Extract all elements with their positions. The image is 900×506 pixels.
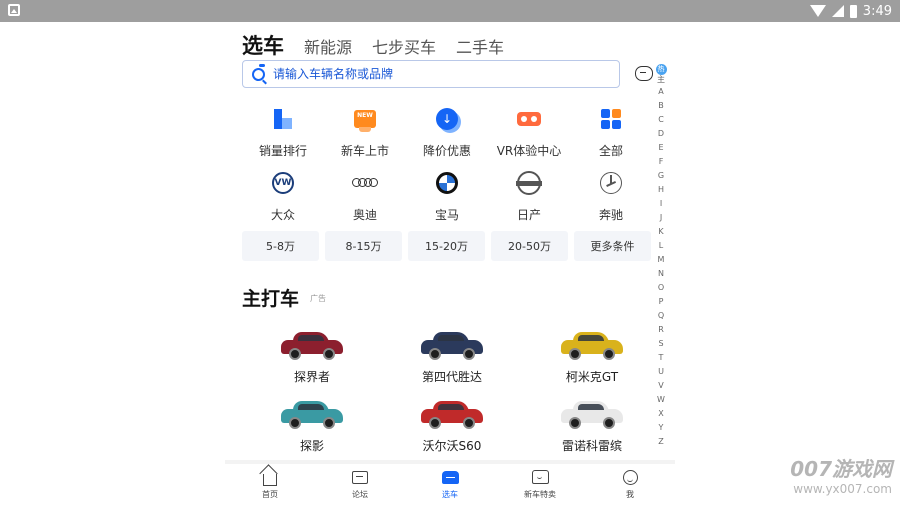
featured-section-title: 主打车 — [242, 288, 300, 310]
featured-car-card[interactable]: 柯米克GT — [522, 320, 662, 385]
home-icon — [263, 473, 277, 486]
featured-cars-row-2: 探影 沃尔沃S60 雷诺科雷缤 — [242, 389, 662, 454]
wifi-icon — [809, 5, 826, 17]
alphabet-letter[interactable]: H — [658, 183, 664, 197]
quick-link-price-drop[interactable]: ↓ 降价优惠 — [406, 106, 488, 159]
price-down-icon: ↓ — [436, 108, 458, 130]
brand-nissan[interactable]: 日产 — [488, 170, 570, 223]
alphabet-letter[interactable]: J — [660, 211, 662, 225]
hot-index-badge[interactable]: 热 — [655, 64, 667, 75]
featured-car-card[interactable]: 探影 — [242, 389, 382, 454]
more-conditions-button[interactable]: 更多条件 — [574, 231, 651, 261]
brand-mercedes[interactable]: 奔驰 — [570, 170, 652, 223]
nissan-logo-icon — [516, 171, 542, 195]
alphabet-letter[interactable]: O — [658, 281, 664, 295]
notification-icon — [8, 4, 20, 16]
mercedes-logo-icon — [600, 172, 622, 194]
alphabet-letter[interactable]: C — [658, 113, 664, 127]
rank-icon — [274, 109, 292, 129]
nav-forum[interactable]: 论坛 — [315, 468, 405, 506]
bottom-nav: 首页 论坛 选车 新车特卖 我 — [225, 468, 675, 506]
divider — [225, 460, 675, 464]
signal-icon — [831, 5, 844, 17]
battery-icon — [849, 4, 857, 18]
profile-icon — [622, 469, 638, 485]
car-image — [281, 399, 343, 429]
status-bar: 3:49 — [0, 0, 900, 22]
car-image — [421, 330, 483, 360]
price-filter-chip[interactable]: 8-15万 — [325, 231, 402, 261]
featured-car-card[interactable]: 沃尔沃S60 — [382, 389, 522, 454]
nav-new-car-sale[interactable]: 新车特卖 — [495, 468, 585, 506]
car-image — [561, 399, 623, 429]
nav-profile[interactable]: 我 — [585, 468, 675, 506]
ad-label: 广告 — [310, 294, 326, 303]
tab-seven-steps[interactable]: 七步买车 — [372, 34, 436, 58]
volkswagen-logo-icon: VW — [272, 172, 294, 194]
tab-used-car[interactable]: 二手车 — [456, 34, 504, 58]
audi-logo-icon — [352, 178, 378, 188]
alphabet-letter[interactable]: I — [660, 197, 662, 211]
price-filter-chip[interactable]: 15-20万 — [408, 231, 485, 261]
search-input[interactable] — [273, 67, 603, 81]
tab-new-energy[interactable]: 新能源 — [304, 34, 352, 58]
alphabet-letter[interactable]: B — [658, 99, 664, 113]
car-image — [561, 330, 623, 360]
car-image — [421, 399, 483, 429]
status-time: 3:49 — [862, 3, 892, 19]
featured-car-card[interactable]: 雷诺科雷缤 — [522, 389, 662, 454]
price-filter-chip[interactable]: 20-50万 — [491, 231, 568, 261]
tab-select-car[interactable]: 选车 — [242, 30, 284, 67]
featured-car-card[interactable]: 第四代胜达 — [382, 320, 522, 385]
brand-row: VW 大众 奥迪 宝马 日产 奔驰 — [242, 170, 652, 223]
nav-home[interactable]: 首页 — [225, 468, 315, 506]
forum-icon — [352, 470, 368, 484]
alphabet-letter[interactable]: E — [658, 141, 663, 155]
shop-icon — [531, 470, 549, 484]
app-screen: 选车 新能源 七步买车 二手车 热 主 A B C D E F G H I J … — [225, 22, 675, 506]
message-icon[interactable] — [635, 66, 653, 81]
quick-links: 销量排行 NEW 新车上市 ↓ 降价优惠 VR体验中心 全部 — [242, 106, 652, 159]
price-filter-chip[interactable]: 5-8万 — [242, 231, 319, 261]
brand-bmw[interactable]: 宝马 — [406, 170, 488, 223]
alphabet-letter[interactable]: P — [659, 295, 664, 309]
car-select-icon — [441, 470, 459, 484]
alphabet-letter[interactable]: N — [658, 267, 664, 281]
price-filter-row: 5-8万 8-15万 15-20万 20-50万 更多条件 — [242, 231, 654, 261]
alphabet-letter[interactable]: A — [658, 85, 663, 99]
quick-link-all[interactable]: 全部 — [570, 106, 652, 159]
search-bar[interactable] — [242, 60, 620, 88]
car-image — [281, 330, 343, 360]
nav-select-car[interactable]: 选车 — [405, 468, 495, 506]
vr-icon — [517, 112, 541, 126]
top-tabs: 选车 新能源 七步买车 二手车 — [242, 30, 504, 67]
brand-audi[interactable]: 奥迪 — [324, 170, 406, 223]
alphabet-top[interactable]: 主 — [657, 75, 665, 85]
quick-link-vr-center[interactable]: VR体验中心 — [488, 106, 570, 159]
quick-link-new-cars[interactable]: NEW 新车上市 — [324, 106, 406, 159]
featured-cars-row-1: 探界者 第四代胜达 柯米克GT — [242, 320, 662, 385]
alphabet-letter[interactable]: D — [658, 127, 664, 141]
alphabet-letter[interactable]: G — [658, 169, 664, 183]
search-icon — [252, 67, 265, 81]
alphabet-letter[interactable]: K — [658, 225, 663, 239]
grid-icon — [601, 109, 621, 129]
bmw-logo-icon — [436, 172, 458, 194]
alphabet-letter[interactable]: M — [658, 253, 665, 267]
quick-link-sales-rank[interactable]: 销量排行 — [242, 106, 324, 159]
brand-volkswagen[interactable]: VW 大众 — [242, 170, 324, 223]
alphabet-letter[interactable]: F — [659, 155, 664, 169]
watermark: 007游戏网 www.yx007.com — [790, 457, 892, 496]
alphabet-letter[interactable]: L — [659, 239, 663, 253]
new-car-icon: NEW — [354, 110, 376, 132]
featured-car-card[interactable]: 探界者 — [242, 320, 382, 385]
